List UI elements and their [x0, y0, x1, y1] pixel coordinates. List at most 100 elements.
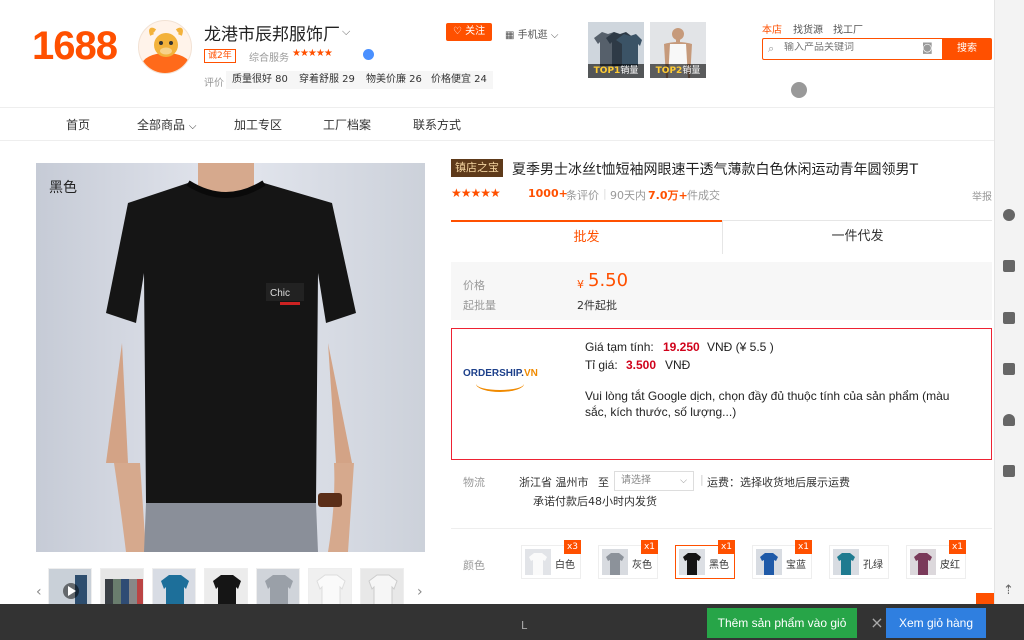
nav-all-products-label: 全部商品	[137, 118, 186, 132]
image-color-caption: 黑色	[49, 180, 77, 196]
shop-avatar[interactable]	[138, 20, 192, 74]
sales-suffix: 件成交	[687, 189, 720, 202]
follow-label: 关注	[465, 26, 486, 37]
svg-text:Chic: Chic	[270, 288, 290, 299]
color-name: 白色	[555, 560, 575, 571]
bull-mascot-icon	[142, 27, 190, 73]
price-panel	[451, 262, 992, 320]
search-icon: ⌕	[768, 42, 775, 55]
mobile-browse-button[interactable]: ▦ 手机逛 ⌵	[505, 26, 558, 41]
scope-tab-factory[interactable]: 找工厂	[833, 21, 863, 36]
main-product-image[interactable]: Chic	[36, 163, 425, 552]
service-stars: ★★★★★	[292, 48, 333, 59]
nav-factory-profile[interactable]: 工厂档案	[323, 116, 371, 133]
back-to-top-icon[interactable]: ⇡	[1003, 583, 1014, 598]
color-option-black[interactable]: 黑色 x1	[675, 540, 735, 579]
report-link[interactable]: 举报	[972, 188, 992, 203]
sales-volume: 7.0万+	[648, 189, 688, 202]
shipping-promise: 承诺付款后48小时内发货	[533, 495, 657, 508]
price-label: 价格	[463, 279, 485, 292]
color-option-gray[interactable]: 灰色 x1	[598, 540, 658, 579]
shipping-fee: 运费：选择收货地后展示运费	[707, 476, 850, 489]
user-icon[interactable]	[1003, 209, 1015, 221]
years-badge: 诚2年	[204, 49, 236, 63]
black-tshirt-model-image: Chic	[36, 163, 425, 552]
mobile-label: 手机逛	[517, 30, 548, 41]
reviews-count[interactable]: 1000+	[528, 187, 568, 200]
color-name: 皮红	[940, 560, 960, 571]
chevron-down-icon: ⌵	[680, 476, 687, 486]
gray-tshirt-swatch	[602, 549, 628, 575]
royal-blue-tshirt-swatch	[756, 549, 782, 575]
bookmark-icon[interactable]	[1003, 312, 1015, 324]
divider	[451, 528, 992, 529]
estimate-value: 19.250	[663, 340, 700, 354]
mouse-cursor	[791, 82, 807, 98]
rate-value: 3.500	[626, 358, 657, 372]
rating-tag: 穿着舒服 29	[293, 71, 361, 89]
nav-processing[interactable]: 加工专区	[234, 116, 282, 133]
color-name: 宝蓝	[786, 560, 806, 571]
footprint-icon[interactable]	[1003, 363, 1015, 375]
top1-tag: TOP1销量	[588, 64, 644, 78]
search-button[interactable]: 搜索	[942, 38, 992, 60]
nav-all-products[interactable]: 全部商品 ⌵	[137, 116, 196, 133]
rating-tag: 价格便宜 24	[425, 71, 493, 89]
close-icon[interactable]: ×	[868, 608, 886, 638]
camera-icon[interactable]: ◙	[922, 41, 933, 54]
chevron-left-icon[interactable]: ‹	[36, 584, 42, 600]
color-name: 孔绿	[863, 560, 883, 571]
size-option[interactable]: L	[521, 619, 527, 632]
chevron-right-icon[interactable]: ›	[417, 584, 423, 600]
quantity-badge: x3	[563, 540, 581, 554]
days-label: 90天内	[610, 189, 646, 202]
ship-origin: 浙江省 温州市	[519, 476, 589, 489]
destination-select[interactable]: 请选择 ⌵	[614, 471, 694, 491]
peacock-green-tshirt-swatch	[833, 549, 859, 575]
ship-to-label: 至	[598, 476, 609, 489]
color-name: 黑色	[709, 560, 729, 571]
quantity-badge: x1	[640, 540, 658, 554]
store-treasure-badge: 镇店之宝	[451, 159, 503, 177]
product-title: 夏季男士冰丝t恤短袖网眼速干透气薄款白色休闲运动青年圆领男T	[512, 162, 919, 178]
service-label: 综合服务	[249, 53, 289, 64]
follow-button[interactable]: ♡ 关注	[446, 23, 492, 41]
scope-tab-store[interactable]: 本店	[762, 21, 782, 36]
color-option-royal-blue[interactable]: 宝蓝 x1	[752, 540, 812, 579]
quantity-badge: x1	[717, 540, 735, 554]
price-value: 5.50	[588, 270, 629, 291]
reviews-label: 条评价	[566, 189, 599, 202]
nav-contact[interactable]: 联系方式	[413, 116, 461, 133]
divider	[0, 140, 994, 141]
tab-dropship[interactable]: 一件代发	[722, 220, 992, 254]
add-to-cart-button[interactable]: Thêm sản phẩm vào giỏ	[707, 608, 857, 638]
top1-product-card[interactable]: TOP1销量	[588, 22, 644, 78]
chevron-down-icon[interactable]: ⌵	[342, 25, 350, 39]
scope-tab-source[interactable]: 找货源	[793, 21, 823, 36]
info-icon[interactable]	[363, 49, 374, 60]
rating-tag: 质量很好 80	[226, 71, 294, 89]
product-stars: ★★★★★	[451, 186, 501, 200]
ordership-logo-swoosh	[476, 376, 524, 392]
top2-product-card[interactable]: TOP2销量	[650, 22, 706, 78]
bell-icon[interactable]	[1003, 414, 1015, 426]
color-option-peacock-green[interactable]: 孔绿	[829, 545, 889, 579]
white-tshirt-swatch	[525, 549, 551, 575]
save-icon[interactable]	[1003, 465, 1015, 477]
ordership-note: Vui lòng tắt Google dịch, chọn đầy đủ th…	[585, 389, 950, 419]
site-logo[interactable]: 1688	[32, 24, 118, 69]
rating-label: 评价	[204, 78, 224, 89]
color-option-purple-red[interactable]: 皮红 x1	[906, 540, 966, 579]
nav-home[interactable]: 首页	[66, 116, 90, 133]
message-icon[interactable]	[1003, 260, 1015, 272]
view-cart-button[interactable]: Xem giỏ hàng	[886, 608, 986, 638]
black-tshirt-swatch	[679, 549, 705, 575]
purple-red-tshirt-swatch	[910, 549, 936, 575]
search-input[interactable]	[784, 42, 914, 53]
price-currency: ¥	[577, 278, 584, 291]
tab-wholesale[interactable]: 批发	[451, 220, 722, 254]
destination-select-value: 请选择	[621, 475, 651, 486]
rate-label: Tỉ giá:	[585, 358, 618, 372]
color-option-white[interactable]: 白色 x3	[521, 540, 581, 579]
shop-name[interactable]: 龙港市辰邦服饰厂	[204, 20, 340, 45]
